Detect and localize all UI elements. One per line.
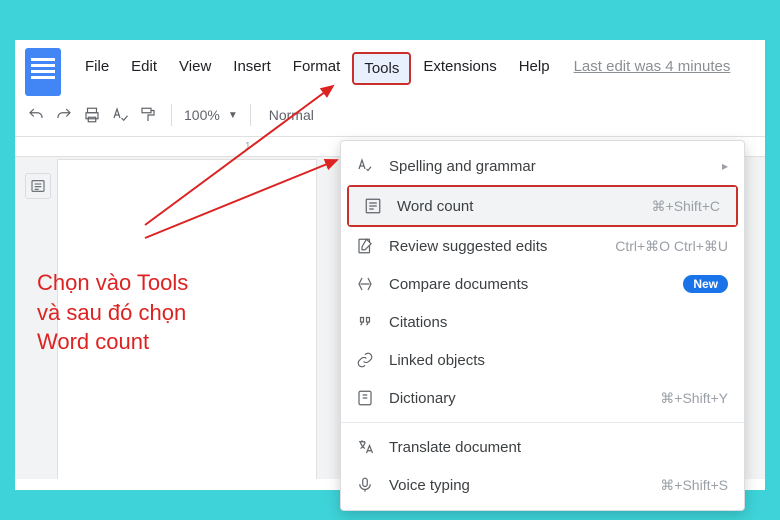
keyboard-shortcut: ⌘+Shift+C <box>652 198 720 215</box>
title-area: File Edit View Insert Format Tools Exten… <box>15 40 765 96</box>
menu-item-label: Linked objects <box>389 352 728 369</box>
redo-icon[interactable] <box>53 104 75 126</box>
menu-tools[interactable]: Tools <box>354 54 409 83</box>
menu-item-review-edits[interactable]: Review suggested edits Ctrl+⌘O Ctrl+⌘U <box>341 227 744 265</box>
menu-extensions[interactable]: Extensions <box>413 52 506 85</box>
keyboard-shortcut: ⌘+Shift+S <box>660 477 728 494</box>
ruler-tick: 1 <box>245 141 251 152</box>
toolbar-separator <box>250 104 251 126</box>
menu-item-label: Citations <box>389 314 728 331</box>
menu-item-dictionary[interactable]: Dictionary ⌘+Shift+Y <box>341 379 744 417</box>
new-badge: New <box>683 275 728 293</box>
menu-item-label: Voice typing <box>389 477 646 494</box>
menu-view[interactable]: View <box>169 52 221 85</box>
toolbar-separator <box>171 104 172 126</box>
annotation-line: Chọn vào Tools <box>37 268 267 298</box>
print-icon[interactable] <box>81 104 103 126</box>
menu-insert[interactable]: Insert <box>223 52 281 85</box>
menu-item-label: Spelling and grammar <box>389 158 708 175</box>
link-icon <box>355 350 375 370</box>
zoom-value: 100% <box>184 107 220 123</box>
word-count-icon <box>363 196 383 216</box>
caret-down-icon: ▼ <box>228 110 238 121</box>
menu-item-linked-objects[interactable]: Linked objects <box>341 341 744 379</box>
annotation-callout: Chọn vào Tools và sau đó chọn Word count <box>37 268 267 357</box>
undo-icon[interactable] <box>25 104 47 126</box>
menu-item-label: Review suggested edits <box>389 238 601 255</box>
submenu-arrow-icon: ▸ <box>722 159 728 173</box>
translate-icon <box>355 437 375 457</box>
zoom-selector[interactable]: 100% ▼ <box>184 107 238 123</box>
keyboard-shortcut: Ctrl+⌘O Ctrl+⌘U <box>615 238 728 255</box>
menu-item-voice-typing[interactable]: Voice typing ⌘+Shift+S <box>341 466 744 504</box>
menu-item-translate[interactable]: Translate document <box>341 428 744 466</box>
compare-icon <box>355 274 375 294</box>
docs-logo-icon[interactable] <box>25 48 61 96</box>
spelling-icon <box>355 156 375 176</box>
microphone-icon <box>355 475 375 495</box>
menu-file[interactable]: File <box>75 52 119 85</box>
paint-format-icon[interactable] <box>137 104 159 126</box>
document-title[interactable] <box>75 44 755 46</box>
menu-item-label: Compare documents <box>389 276 669 293</box>
annotation-line: Word count <box>37 327 267 357</box>
citations-icon <box>355 312 375 332</box>
spellcheck-icon[interactable] <box>109 104 131 126</box>
menu-item-label: Word count <box>397 198 638 215</box>
menu-bar: File Edit View Insert Format Tools Exten… <box>75 52 755 85</box>
review-edits-icon <box>355 236 375 256</box>
paragraph-style-selector[interactable]: Normal <box>263 107 320 123</box>
app-window: File Edit View Insert Format Tools Exten… <box>15 40 765 490</box>
menu-edit[interactable]: Edit <box>121 52 167 85</box>
annotation-line: và sau đó chọn <box>37 298 267 328</box>
menu-item-word-count[interactable]: Word count ⌘+Shift+C <box>349 187 736 225</box>
menu-divider <box>341 422 744 423</box>
menu-item-label: Dictionary <box>389 390 646 407</box>
keyboard-shortcut: ⌘+Shift+Y <box>660 390 728 407</box>
menu-item-spelling[interactable]: Spelling and grammar ▸ <box>341 147 744 185</box>
menu-format[interactable]: Format <box>283 52 351 85</box>
menu-item-label: Translate document <box>389 439 728 456</box>
document-outline-button[interactable] <box>25 173 51 199</box>
tools-dropdown: Spelling and grammar ▸ Word count ⌘+Shif… <box>340 140 745 511</box>
toolbar: 100% ▼ Normal <box>15 96 765 137</box>
menu-help[interactable]: Help <box>509 52 560 85</box>
last-edit-link[interactable]: Last edit was 4 minutes <box>574 52 731 85</box>
menu-item-citations[interactable]: Citations <box>341 303 744 341</box>
menu-item-compare[interactable]: Compare documents New <box>341 265 744 303</box>
dictionary-icon <box>355 388 375 408</box>
